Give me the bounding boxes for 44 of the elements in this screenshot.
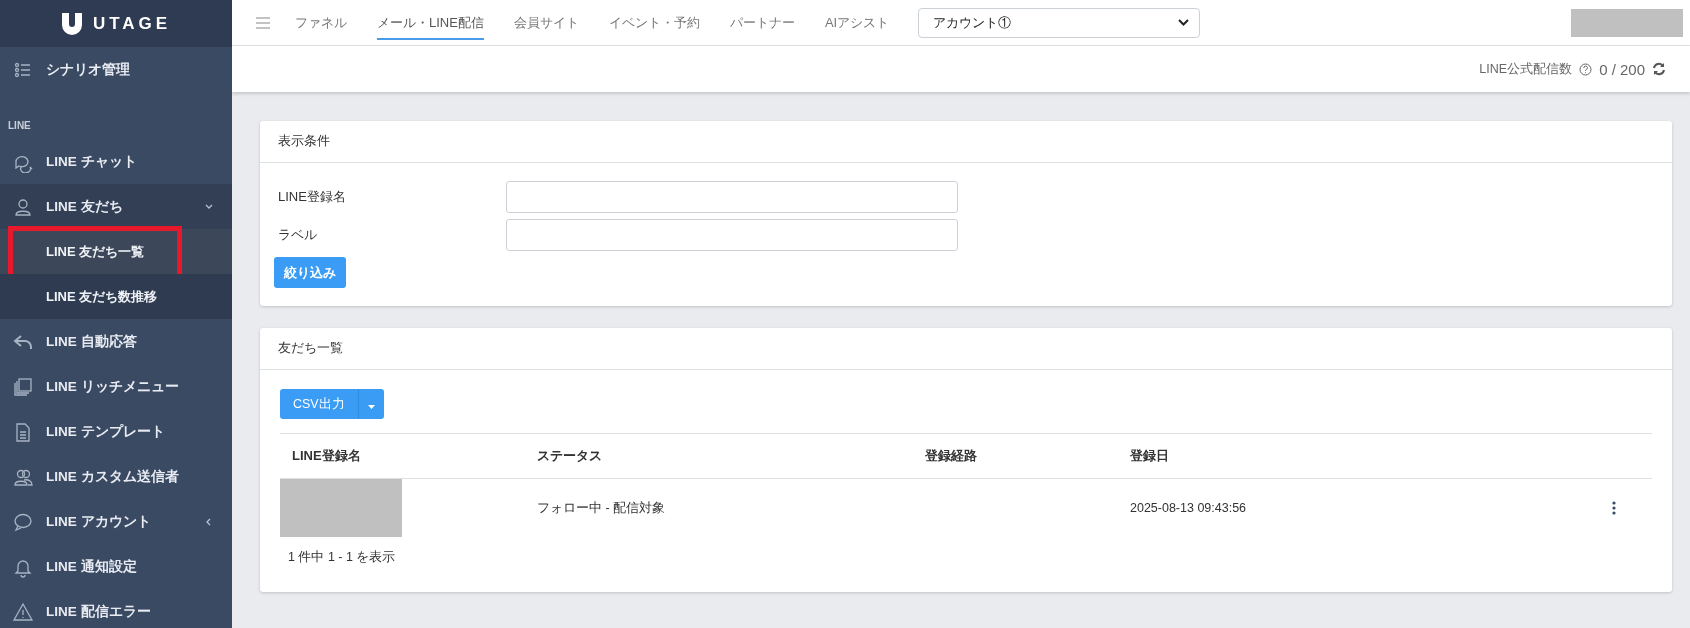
field-label: LINE登録名 xyxy=(277,188,347,206)
sidebar-subitem[interactable]: LINE 友だち数推移 xyxy=(0,274,232,319)
sidebar-item[interactable]: LINE リッチメニュー xyxy=(0,364,232,409)
column-header: LINE登録名 xyxy=(291,447,362,465)
nav-tab[interactable]: AIアシスト xyxy=(824,5,890,40)
stacked-pages-icon xyxy=(12,375,34,398)
logo-icon xyxy=(60,11,83,36)
pagination-info: 1 件中 1 - 1 を表示 xyxy=(287,549,397,566)
section-heading: LINE xyxy=(7,119,32,133)
more-icon[interactable] xyxy=(1612,501,1616,515)
sidebar-item[interactable]: LINE 自動応答 xyxy=(0,319,232,364)
stat-value: 0 / 200 xyxy=(1599,60,1645,78)
table-cell-text: 2025-08-13 09:43:56 xyxy=(1129,501,1248,515)
nav-tab[interactable]: 会員サイト xyxy=(513,5,579,40)
table-cell-text: フォロー中 - 配信対象 xyxy=(536,499,667,517)
chevron-icon xyxy=(1178,18,1190,27)
field-label: ラベル xyxy=(277,226,318,244)
sidebar-item[interactable]: シナリオ管理 xyxy=(0,47,232,92)
sidebar-subitem[interactable]: LINE 友だち一覧 xyxy=(0,229,232,274)
sidebar-item[interactable]: LINE 配信エラー xyxy=(0,589,232,628)
sidebar-item[interactable]: LINE テンプレート xyxy=(0,409,232,454)
caret-icon xyxy=(367,404,375,409)
sidebar-item[interactable]: LINE カスタム送信者 xyxy=(0,454,232,499)
input-field[interactable] xyxy=(506,219,958,251)
account-select[interactable]: アカウント① xyxy=(918,7,1201,38)
column-header: 登録経路 xyxy=(924,447,978,465)
nav-tab[interactable]: ファネル xyxy=(295,5,347,40)
logo-text: UTAGE xyxy=(92,13,172,34)
nav-tab[interactable]: メール・LINE配信 xyxy=(377,5,484,40)
column-header: ステータス xyxy=(536,447,603,465)
help-icon[interactable] xyxy=(1579,62,1593,76)
sidebar-item[interactable]: LINE アカウント xyxy=(0,499,232,544)
menu-icon[interactable] xyxy=(256,16,270,29)
stat-label: LINE公式配信数 xyxy=(1479,60,1573,78)
refresh-icon[interactable] xyxy=(1652,62,1666,76)
card-title: 表示条件 xyxy=(260,121,1672,163)
dropdown-toggle[interactable] xyxy=(357,389,384,419)
nav-tab[interactable]: イベント・予約 xyxy=(608,5,700,40)
nav-tab[interactable]: パートナー xyxy=(729,5,795,40)
column-header: 登録日 xyxy=(1129,447,1170,465)
input-field[interactable] xyxy=(506,181,958,213)
sidebar-item[interactable]: LINE 通知設定 xyxy=(0,544,232,589)
card-title: 友だち一覧 xyxy=(260,328,1672,370)
sidebar-item[interactable]: LINE チャット xyxy=(0,139,232,184)
